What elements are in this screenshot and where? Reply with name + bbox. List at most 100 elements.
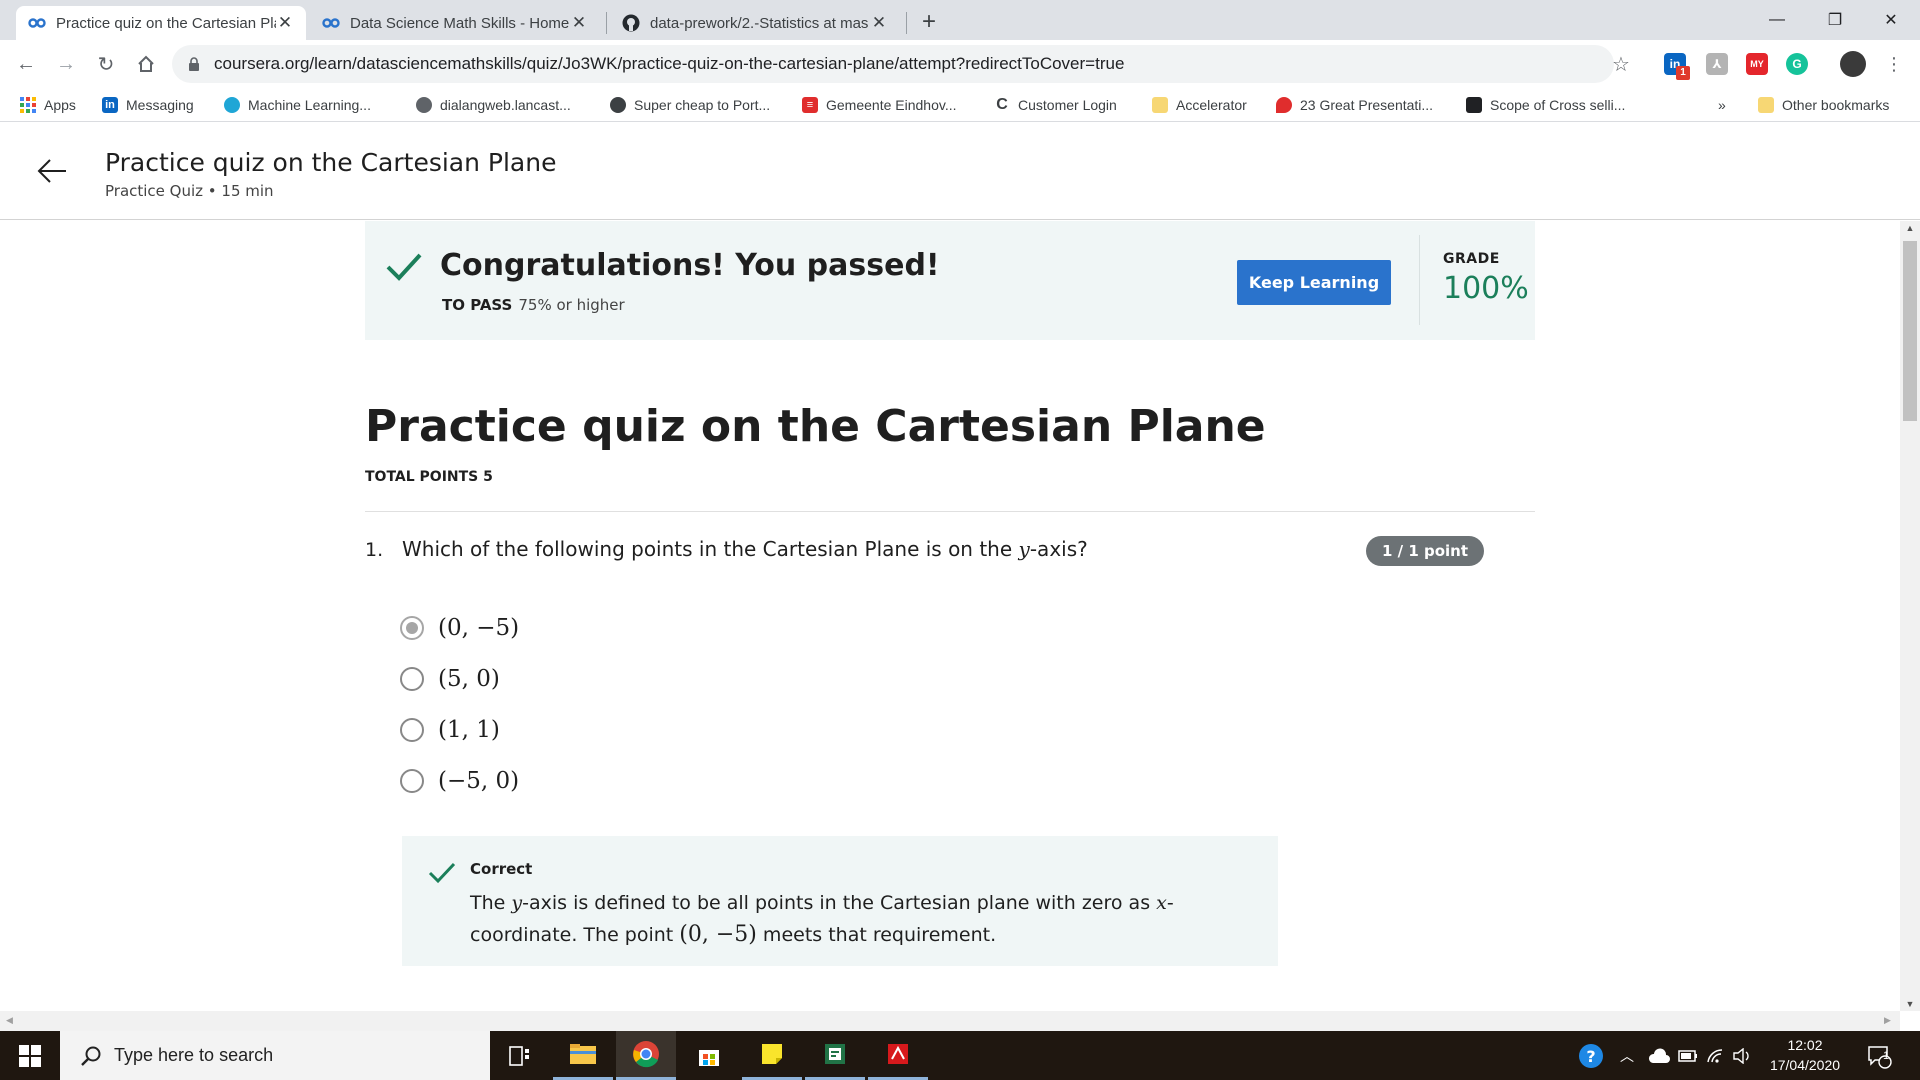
more-bookmarks-label: »	[1718, 97, 1726, 113]
answer-option[interactable]: (5, 0)	[400, 664, 500, 694]
store-button[interactable]	[679, 1031, 739, 1080]
new-tab-button[interactable]: +	[922, 8, 936, 36]
radio-button[interactable]	[400, 667, 424, 691]
acrobat-button[interactable]	[868, 1031, 928, 1080]
battery-icon[interactable]	[1678, 1031, 1698, 1080]
bookmark-label: Apps	[44, 97, 76, 113]
question-text-part: Which of the following points in the Car…	[402, 537, 1019, 561]
folder-icon	[1152, 97, 1168, 113]
grammarly-icon[interactable]: G	[1786, 53, 1808, 75]
tab-github-prework[interactable]: data-prework/2.-Statistics at mas ✕	[610, 6, 900, 40]
total-points: TOTAL POINTS 5	[365, 469, 493, 485]
answer-option[interactable]: (−5, 0)	[400, 766, 519, 796]
keep-learning-button[interactable]: Keep Learning	[1237, 260, 1391, 305]
address-bar[interactable]: coursera.org/learn/datasciencemathskills…	[172, 45, 1614, 83]
more-bookmarks-button[interactable]: »	[1718, 94, 1726, 116]
scroll-left-arrow-icon[interactable]: ◀	[6, 1015, 13, 1026]
radio-button[interactable]	[400, 769, 424, 793]
folder-icon	[570, 1044, 596, 1064]
feedback-text-part: -axis is defined to be all points in the…	[522, 892, 1157, 914]
grade-label: GRADE	[1443, 251, 1500, 267]
red-extension-icon[interactable]: MY	[1746, 53, 1768, 75]
menu-kebab-icon[interactable]: ⋮	[1880, 50, 1908, 78]
notification-count: 1	[1882, 1050, 1890, 1062]
chrome-taskbar-button[interactable]	[616, 1031, 676, 1080]
wifi-icon[interactable]	[1706, 1031, 1726, 1080]
bookmark-star-icon[interactable]: ☆	[1612, 52, 1630, 77]
task-view-button[interactable]	[490, 1031, 550, 1080]
project-app-button[interactable]	[805, 1031, 865, 1080]
horizontal-scrollbar[interactable]: ◀ ▶	[0, 1011, 1900, 1031]
cloud-icon[interactable]	[1648, 1031, 1670, 1080]
bookmark-messaging[interactable]: in Messaging	[102, 94, 194, 116]
option-label: (1, 1)	[438, 717, 500, 743]
close-tab-icon[interactable]: ✕	[276, 13, 294, 33]
bookmark-customer-login[interactable]: C Customer Login	[994, 94, 1117, 116]
close-tab-icon[interactable]: ✕	[870, 13, 888, 33]
back-button[interactable]: ←	[12, 50, 40, 78]
radio-button[interactable]	[400, 718, 424, 742]
divider	[1419, 235, 1420, 325]
close-tab-icon[interactable]: ✕	[570, 13, 588, 33]
browser-toolbar: ← → ↻ coursera.org/learn/datasciencemath…	[0, 40, 1920, 88]
tab-data-science-math[interactable]: Data Science Math Skills - Home ✕	[310, 6, 600, 40]
tab-strip: Practice quiz on the Cartesian Pla ✕ Dat…	[0, 0, 1920, 40]
bookmark-label: Accelerator	[1176, 97, 1247, 113]
forward-button[interactable]: →	[52, 50, 80, 78]
home-button[interactable]	[132, 50, 160, 78]
question-variable: y	[1018, 537, 1030, 561]
chevron-up-icon[interactable]: ︿	[1620, 1031, 1634, 1080]
radio-button[interactable]	[400, 616, 424, 640]
bookmark-scope-cross-selling[interactable]: Scope of Cross selli...	[1466, 94, 1625, 116]
bookmark-label: Machine Learning...	[248, 97, 371, 113]
bookmark-accelerator[interactable]: Accelerator	[1152, 94, 1247, 116]
bookmark-label: Scope of Cross selli...	[1490, 97, 1626, 113]
restore-button[interactable]: ❐	[1806, 0, 1864, 40]
question-number: 1.	[365, 539, 384, 561]
tab-practice-quiz[interactable]: Practice quiz on the Cartesian Pla ✕	[16, 6, 306, 40]
bookmark-dialangweb[interactable]: dialangweb.lancast...	[416, 94, 571, 116]
answer-option[interactable]: (0, −5)	[400, 613, 519, 643]
scroll-thumb[interactable]	[1903, 241, 1917, 421]
vertical-scrollbar[interactable]: ▲ ▼	[1900, 221, 1920, 1011]
scroll-down-arrow-icon[interactable]: ▼	[1900, 999, 1920, 1009]
back-arrow-icon[interactable]	[36, 155, 68, 187]
tab-title: Practice quiz on the Cartesian Pla	[56, 14, 276, 32]
sticky-notes-button[interactable]	[742, 1031, 802, 1080]
scroll-up-arrow-icon[interactable]: ▲	[1900, 223, 1920, 233]
file-explorer-button[interactable]	[553, 1031, 613, 1080]
pdf-extension-icon[interactable]: ⅄	[1706, 53, 1728, 75]
bookmark-super-cheap[interactable]: Super cheap to Port...	[610, 94, 770, 116]
bookmark-machine-learning[interactable]: Machine Learning...	[224, 94, 371, 116]
apps-grid-icon	[20, 97, 36, 113]
dark-square-icon	[1466, 97, 1482, 113]
volume-icon[interactable]	[1732, 1031, 1752, 1080]
help-icon[interactable]: ?	[1578, 1031, 1604, 1080]
quiz-title: Practice quiz on the Cartesian Plane	[365, 401, 1266, 452]
start-button[interactable]	[0, 1031, 60, 1080]
coursera-icon	[28, 14, 46, 32]
bookmark-great-presentations[interactable]: 23 Great Presentati...	[1276, 94, 1433, 116]
bookmark-other[interactable]: Other bookmarks	[1758, 94, 1889, 116]
globe-icon	[224, 97, 240, 113]
taskbar-clock[interactable]: 12:02 17/04/2020	[1760, 1035, 1850, 1075]
answer-option[interactable]: (1, 1)	[400, 715, 500, 745]
scroll-right-arrow-icon[interactable]: ▶	[1884, 1015, 1891, 1026]
reload-button[interactable]: ↻	[92, 50, 120, 78]
question-text-part: -axis?	[1029, 537, 1088, 561]
option-label: (−5, 0)	[438, 768, 520, 794]
github-icon	[622, 14, 640, 32]
taskbar-search-input[interactable]: Type here to search	[60, 1031, 490, 1080]
pass-banner: Congratulations! You passed! TO PASS 75% …	[365, 221, 1535, 340]
close-window-button[interactable]: ✕	[1862, 0, 1920, 40]
page-header: Practice quiz on the Cartesian Plane Pra…	[0, 123, 1920, 220]
bookmark-apps[interactable]: Apps	[20, 94, 76, 116]
task-view-icon	[509, 1045, 529, 1066]
profile-avatar[interactable]	[1840, 51, 1866, 77]
feedback-math: (0, −5)	[679, 922, 757, 947]
minimize-button[interactable]: —	[1748, 0, 1806, 40]
bookmark-label: Messaging	[126, 97, 194, 113]
bookmark-gemeente[interactable]: ≡ Gemeente Eindhov...	[802, 94, 956, 116]
bookmark-red-icon	[1276, 97, 1292, 113]
tab-title: data-prework/2.-Statistics at mas	[650, 14, 869, 32]
